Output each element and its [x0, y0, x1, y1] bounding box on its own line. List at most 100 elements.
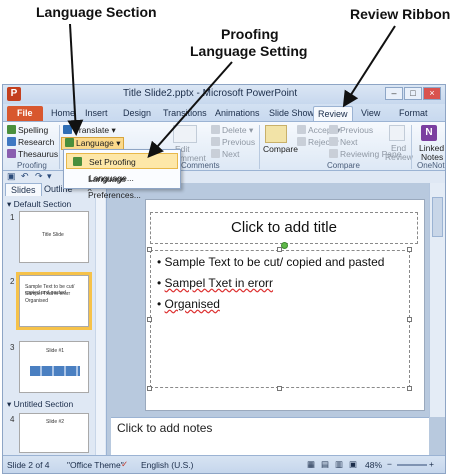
slideshow-view-icon[interactable]: ▣: [349, 459, 357, 470]
previous-change-icon: [329, 125, 338, 134]
language-section-callout: Language Section: [36, 4, 157, 20]
zoom-out-icon[interactable]: −: [387, 459, 392, 469]
translate-button[interactable]: Translate ▾: [63, 125, 116, 136]
tab-transitions[interactable]: Transitions: [159, 106, 211, 121]
tab-format[interactable]: Format: [395, 106, 432, 121]
research-icon: [7, 137, 16, 146]
resize-handle[interactable]: [147, 317, 152, 322]
spelling-button[interactable]: Spelling: [7, 125, 48, 135]
slide-canvas: Click to add title • Sample Text to be c…: [145, 199, 425, 411]
resize-handle[interactable]: [277, 247, 282, 252]
proofing-group-label: Proofing: [17, 161, 47, 170]
thumbnail-title: Title Slide: [42, 232, 64, 238]
end-review-label-2: Review: [385, 152, 413, 162]
next-change-icon: [329, 137, 338, 146]
thesaurus-icon: [7, 149, 16, 158]
next-comment-button[interactable]: Next: [211, 149, 239, 159]
default-section-header[interactable]: ▾ Default Section: [7, 199, 71, 210]
previous-icon: [211, 137, 220, 146]
untitled-section-header[interactable]: ▾ Untitled Section: [7, 399, 73, 410]
resize-handle[interactable]: [407, 386, 412, 391]
language-indicator[interactable]: English (U.S.): [141, 460, 193, 470]
title-placeholder[interactable]: Click to add title: [150, 212, 418, 244]
zoom-level[interactable]: 48%: [365, 460, 382, 470]
reviewing-pane-icon: [329, 149, 338, 158]
undo-icon[interactable]: ↶: [21, 171, 29, 182]
slide-thumbnail-4[interactable]: Slide #2: [19, 413, 89, 453]
compare-button[interactable]: Compare: [263, 144, 298, 154]
slide-thumbnail-2[interactable]: Sample Text to be cut/ copied and pasted…: [16, 272, 92, 330]
zoom-slider[interactable]: [397, 464, 427, 466]
resize-handle[interactable]: [147, 247, 152, 252]
edit-comment-icon: [173, 125, 197, 143]
title-bar: P Title Slide2.pptx - Microsoft PowerPoi…: [3, 85, 445, 104]
rotation-handle-icon[interactable]: [281, 242, 288, 249]
title-placeholder-text: Click to add title: [231, 219, 337, 236]
thumbnail-bullet: Organised: [25, 298, 49, 304]
language-icon: [65, 138, 74, 147]
slide-number: 2: [10, 277, 15, 286]
slide-thumbnail-1[interactable]: Title Slide: [19, 211, 89, 263]
customize-toolbar-icon[interactable]: ▾: [47, 171, 52, 182]
resize-handle[interactable]: [147, 386, 152, 391]
maximize-icon[interactable]: □: [404, 87, 422, 100]
zoom-in-icon[interactable]: +: [429, 459, 434, 469]
normal-view-icon[interactable]: ▦: [307, 459, 315, 470]
notes-pane[interactable]: Click to add notes: [111, 417, 429, 455]
tab-animations[interactable]: Animations: [211, 106, 264, 121]
proofing-callout-line2: Language Setting: [190, 43, 308, 59]
close-icon[interactable]: ×: [423, 87, 441, 100]
tab-design[interactable]: Design: [119, 106, 155, 121]
tab-file[interactable]: File: [7, 106, 43, 121]
slide-thumbnails-pane: Slides Outline × ▾ Default Section 1 Tit…: [3, 183, 107, 455]
tab-slide-show[interactable]: Slide Show: [265, 106, 318, 121]
previous-change-button[interactable]: Previous: [329, 125, 373, 135]
language-dropdown-menu: Set Proofing Language... Language Prefer…: [63, 149, 181, 200]
thumbnails-scrollbar[interactable]: [95, 197, 105, 455]
bullet-item-2: • Sampel Txet in erorr: [157, 276, 274, 290]
bullet-item-1: • Sample Text to be cut/ copied and past…: [157, 255, 385, 269]
delete-comment-button[interactable]: Delete ▾: [211, 125, 253, 136]
ribbon-separator: [59, 125, 60, 169]
language-preferences-item[interactable]: Language Preferences...: [66, 171, 178, 200]
resize-handle[interactable]: [407, 247, 412, 252]
tab-review[interactable]: Review: [313, 106, 353, 121]
delete-icon: [211, 125, 220, 134]
tab-home[interactable]: Home: [47, 106, 79, 121]
slide-number: 3: [10, 343, 15, 352]
redo-icon[interactable]: ↷: [35, 171, 43, 182]
notes-placeholder: Click to add notes: [117, 421, 213, 435]
theme-name: "Office Theme": [67, 460, 124, 470]
proofing-callout-line1: Proofing: [221, 26, 279, 42]
onenote-group-label: OneNote: [417, 161, 446, 170]
slide-vertical-scrollbar[interactable]: [429, 183, 445, 417]
save-icon[interactable]: ▣: [7, 171, 16, 182]
slide-number: 4: [10, 415, 15, 424]
proofing-language-icon: [73, 157, 82, 166]
tab-view[interactable]: View: [357, 106, 384, 121]
slide-counter: Slide 2 of 4: [7, 460, 50, 470]
thumbnail-table-graphic: [30, 366, 80, 376]
ribbon-tabs: File Home Insert Design Transitions Anim…: [3, 104, 445, 121]
previous-comment-button[interactable]: Previous: [211, 137, 255, 147]
scrollbar-thumb[interactable]: [432, 197, 443, 237]
spellcheck-icon[interactable]: ✓: [121, 459, 128, 470]
content-placeholder[interactable]: • Sample Text to be cut/ copied and past…: [150, 250, 410, 388]
slide-thumbnail-3[interactable]: Slide #1: [19, 341, 89, 393]
set-proofing-language-item[interactable]: Set Proofing Language...: [66, 153, 178, 183]
slide-sorter-icon[interactable]: ▤: [321, 459, 329, 470]
thesaurus-button[interactable]: Thesaurus: [7, 149, 58, 159]
accept-icon: [297, 125, 306, 134]
resize-handle[interactable]: [277, 386, 282, 391]
tab-insert[interactable]: Insert: [81, 106, 112, 121]
research-button[interactable]: Research: [7, 137, 54, 147]
next-change-button[interactable]: Next: [329, 137, 357, 147]
spelling-icon: [7, 125, 16, 134]
ribbon-separator: [259, 125, 260, 169]
tab-slides[interactable]: Slides: [5, 183, 42, 196]
translate-icon: [63, 125, 72, 134]
reading-view-icon[interactable]: ▥: [335, 459, 343, 470]
powerpoint-app-icon[interactable]: P: [7, 87, 21, 101]
resize-handle[interactable]: [407, 317, 412, 322]
minimize-icon[interactable]: –: [385, 87, 403, 100]
